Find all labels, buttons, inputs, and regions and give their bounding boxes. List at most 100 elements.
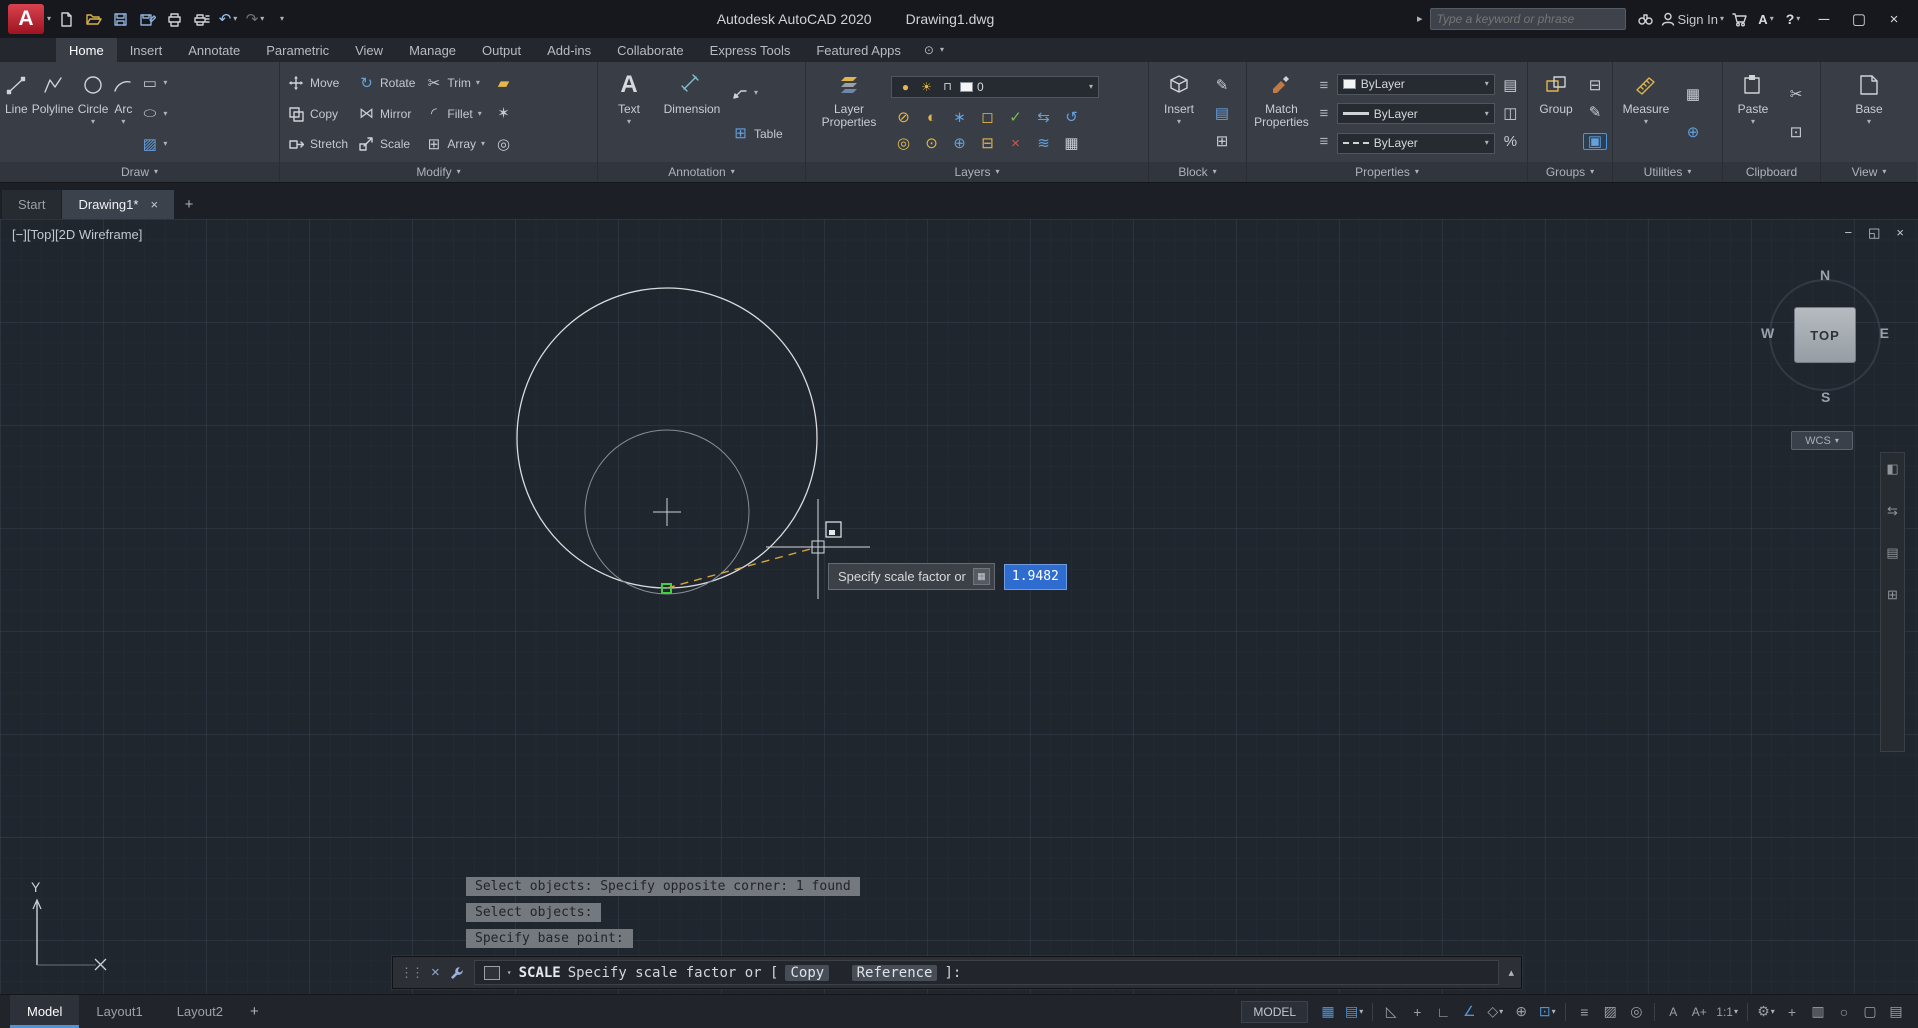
customization-button[interactable]: ▤ [1884,999,1908,1025]
batch-plot-button[interactable] [189,6,213,32]
copy-button[interactable]: Copy [285,101,351,126]
sign-in-button[interactable]: Sign In ▾ [1660,6,1725,32]
mirror-button[interactable]: ⋈ Mirror [355,101,418,126]
layer-merge-icon[interactable]: ⊟ [979,136,996,151]
transparency-icon[interactable]: ◫ [1499,106,1522,121]
stretch-button[interactable]: Stretch [285,132,351,157]
help-button[interactable]: ? ▾ [1781,6,1805,32]
layer-states-icon[interactable]: ≋ [1035,136,1052,151]
tab-output[interactable]: Output [469,38,534,62]
tab-view[interactable]: View [342,38,396,62]
tab-add-ins[interactable]: Add-ins [534,38,604,62]
polyline-button[interactable]: Polyline [32,65,74,162]
layer-walk-icon[interactable]: ◎ [895,136,912,151]
define-attribute-icon[interactable]: ⊞ [1208,134,1236,149]
explode-button[interactable]: ✶ [492,101,522,126]
erase-button[interactable]: ▰ [492,71,522,96]
application-menu-arrow-icon[interactable]: ▾ [47,15,51,23]
new-layout-button[interactable]: + [240,995,269,1028]
annotation-monitor-toggle[interactable]: + [1780,999,1804,1025]
layer-off-icon[interactable]: ⊘ [895,110,912,125]
array-flyout-arrow-icon[interactable]: ▾ [481,140,485,148]
isodraft-toggle[interactable]: ◇▾ [1483,999,1507,1025]
search-button[interactable] [1633,6,1657,32]
plot-style-icon[interactable]: % [1499,134,1522,149]
workspace-switching-button[interactable]: ⚙▾ [1754,999,1778,1025]
ucs-x-grip[interactable] [95,959,106,970]
properties-list-icon[interactable]: ▤ [1499,78,1522,93]
layer-unlock-all-icon[interactable]: ⊕ [951,136,968,151]
edit-attribute-icon[interactable]: ✎ [1208,78,1236,93]
save-button[interactable] [108,6,132,32]
close-button[interactable]: × [1878,5,1910,33]
new-drawing-tab-button[interactable]: + [175,190,203,219]
annotation-scale-button[interactable]: 1:1▾ [1713,999,1741,1025]
maximize-button[interactable]: ▢ [1843,5,1875,33]
trim-flyout-arrow-icon[interactable]: ▾ [476,79,480,87]
search-expand-icon[interactable]: ▸ [1417,14,1423,25]
command-option-reference[interactable]: Reference [852,965,938,981]
tab-manage[interactable]: Manage [396,38,469,62]
view-panel-title[interactable]: View▾ [1821,162,1917,182]
command-bar-customize-wrench-icon[interactable] [449,965,465,981]
large-circle[interactable] [517,288,817,588]
hatch-button[interactable]: ▨▾ [138,132,194,157]
recent-commands-arrow-icon[interactable]: ▾ [507,969,512,977]
viewcube-north[interactable]: N [1820,267,1830,283]
fillet-flyout-arrow-icon[interactable]: ▾ [478,110,482,118]
model-paper-space-button[interactable]: MODEL [1241,1001,1308,1023]
viewcube-west[interactable]: W [1761,325,1774,341]
lineweight-list-icon[interactable]: ≡ [1315,106,1333,121]
palette-list-icon[interactable]: ▤ [1886,545,1898,561]
viewport-restore-icon[interactable]: ◱ [1868,225,1880,241]
layer-previous-icon[interactable]: ↺ [1063,110,1080,125]
match-layer-icon[interactable]: ⇆ [1035,110,1052,125]
rotate-button[interactable]: ↻ Rotate [355,71,418,96]
layout-tab-model[interactable]: Model [10,995,79,1028]
layer-dropdown-arrow-icon[interactable]: ▾ [1089,83,1093,91]
viewcube-south[interactable]: S [1821,389,1830,405]
annotation-panel-title[interactable]: Annotation▾ [598,162,805,182]
linetype-dropdown[interactable]: ByLayer ▾ [1337,133,1495,154]
tab-collaborate[interactable]: Collaborate [604,38,697,62]
ungroup-icon[interactable]: ⊟ [1583,78,1607,93]
annotation-autoscale-toggle[interactable]: A+ [1687,999,1711,1025]
layer-isolate-icon[interactable]: ◐ [923,110,940,125]
customize-quick-access-button[interactable]: ▾ [270,6,294,32]
layer-freeze-icon[interactable]: ∗ [951,110,968,125]
modify-panel-title[interactable]: Modify▾ [280,162,597,182]
viewport-close-icon[interactable]: × [1896,225,1904,241]
search-input[interactable] [1437,12,1619,26]
layer-on-bulb-icon[interactable]: ● [897,81,914,93]
file-tab-start[interactable]: Start [2,190,61,219]
insert-flyout-arrow-icon[interactable]: ▾ [1177,118,1181,126]
store-button[interactable] [1727,6,1751,32]
drawing-canvas[interactable]: Y [−][Top][2D Wireframe] − ◱ × N W E S T… [0,219,1918,994]
object-snap-toggle[interactable]: ⊡▾ [1535,999,1559,1025]
arc-button[interactable]: Arc ▾ [112,65,134,162]
block-editor-icon[interactable]: ▤ [1208,106,1236,121]
properties-panel-title[interactable]: Properties▾ [1247,162,1527,182]
tab-home[interactable]: Home [56,38,117,62]
autodesk-app-store-button[interactable]: A ▾ [1754,6,1778,32]
dynamic-input-toggle[interactable]: + [1405,999,1429,1025]
palette-grid-icon[interactable]: ⊞ [1887,587,1898,603]
paste-button[interactable]: Paste ▾ [1728,65,1778,162]
clipboard-panel-title[interactable]: Clipboard [1723,162,1820,182]
file-tab-close-icon[interactable]: × [150,197,158,212]
command-bar-close-icon[interactable]: × [431,964,440,981]
file-tab-drawing1[interactable]: Drawing1* × [62,190,174,219]
layer-settings-icon[interactable]: ▦ [1063,136,1080,151]
draw-panel-title[interactable]: Draw▾ [0,162,279,182]
command-line-bar[interactable]: ⋮⋮ × ▾ SCALE Specify scale factor or [ C… [392,956,1522,989]
text-button[interactable]: A Text ▾ [603,65,655,162]
viewport-controls-label[interactable]: [−][Top][2D Wireframe] [12,227,142,242]
layer-unlock-icon[interactable]: ⊓ [939,82,956,93]
match-properties-button[interactable]: Match Properties [1252,65,1311,162]
wcs-dropdown[interactable]: WCS ▾ [1791,431,1853,450]
copy-clip-icon[interactable]: ⊡ [1782,125,1810,140]
open-file-button[interactable] [81,6,105,32]
move-button[interactable]: Move [285,71,351,96]
object-color-dropdown[interactable]: ByLayer ▾ [1337,74,1495,95]
infer-constraints-toggle[interactable]: ◺ [1379,999,1403,1025]
